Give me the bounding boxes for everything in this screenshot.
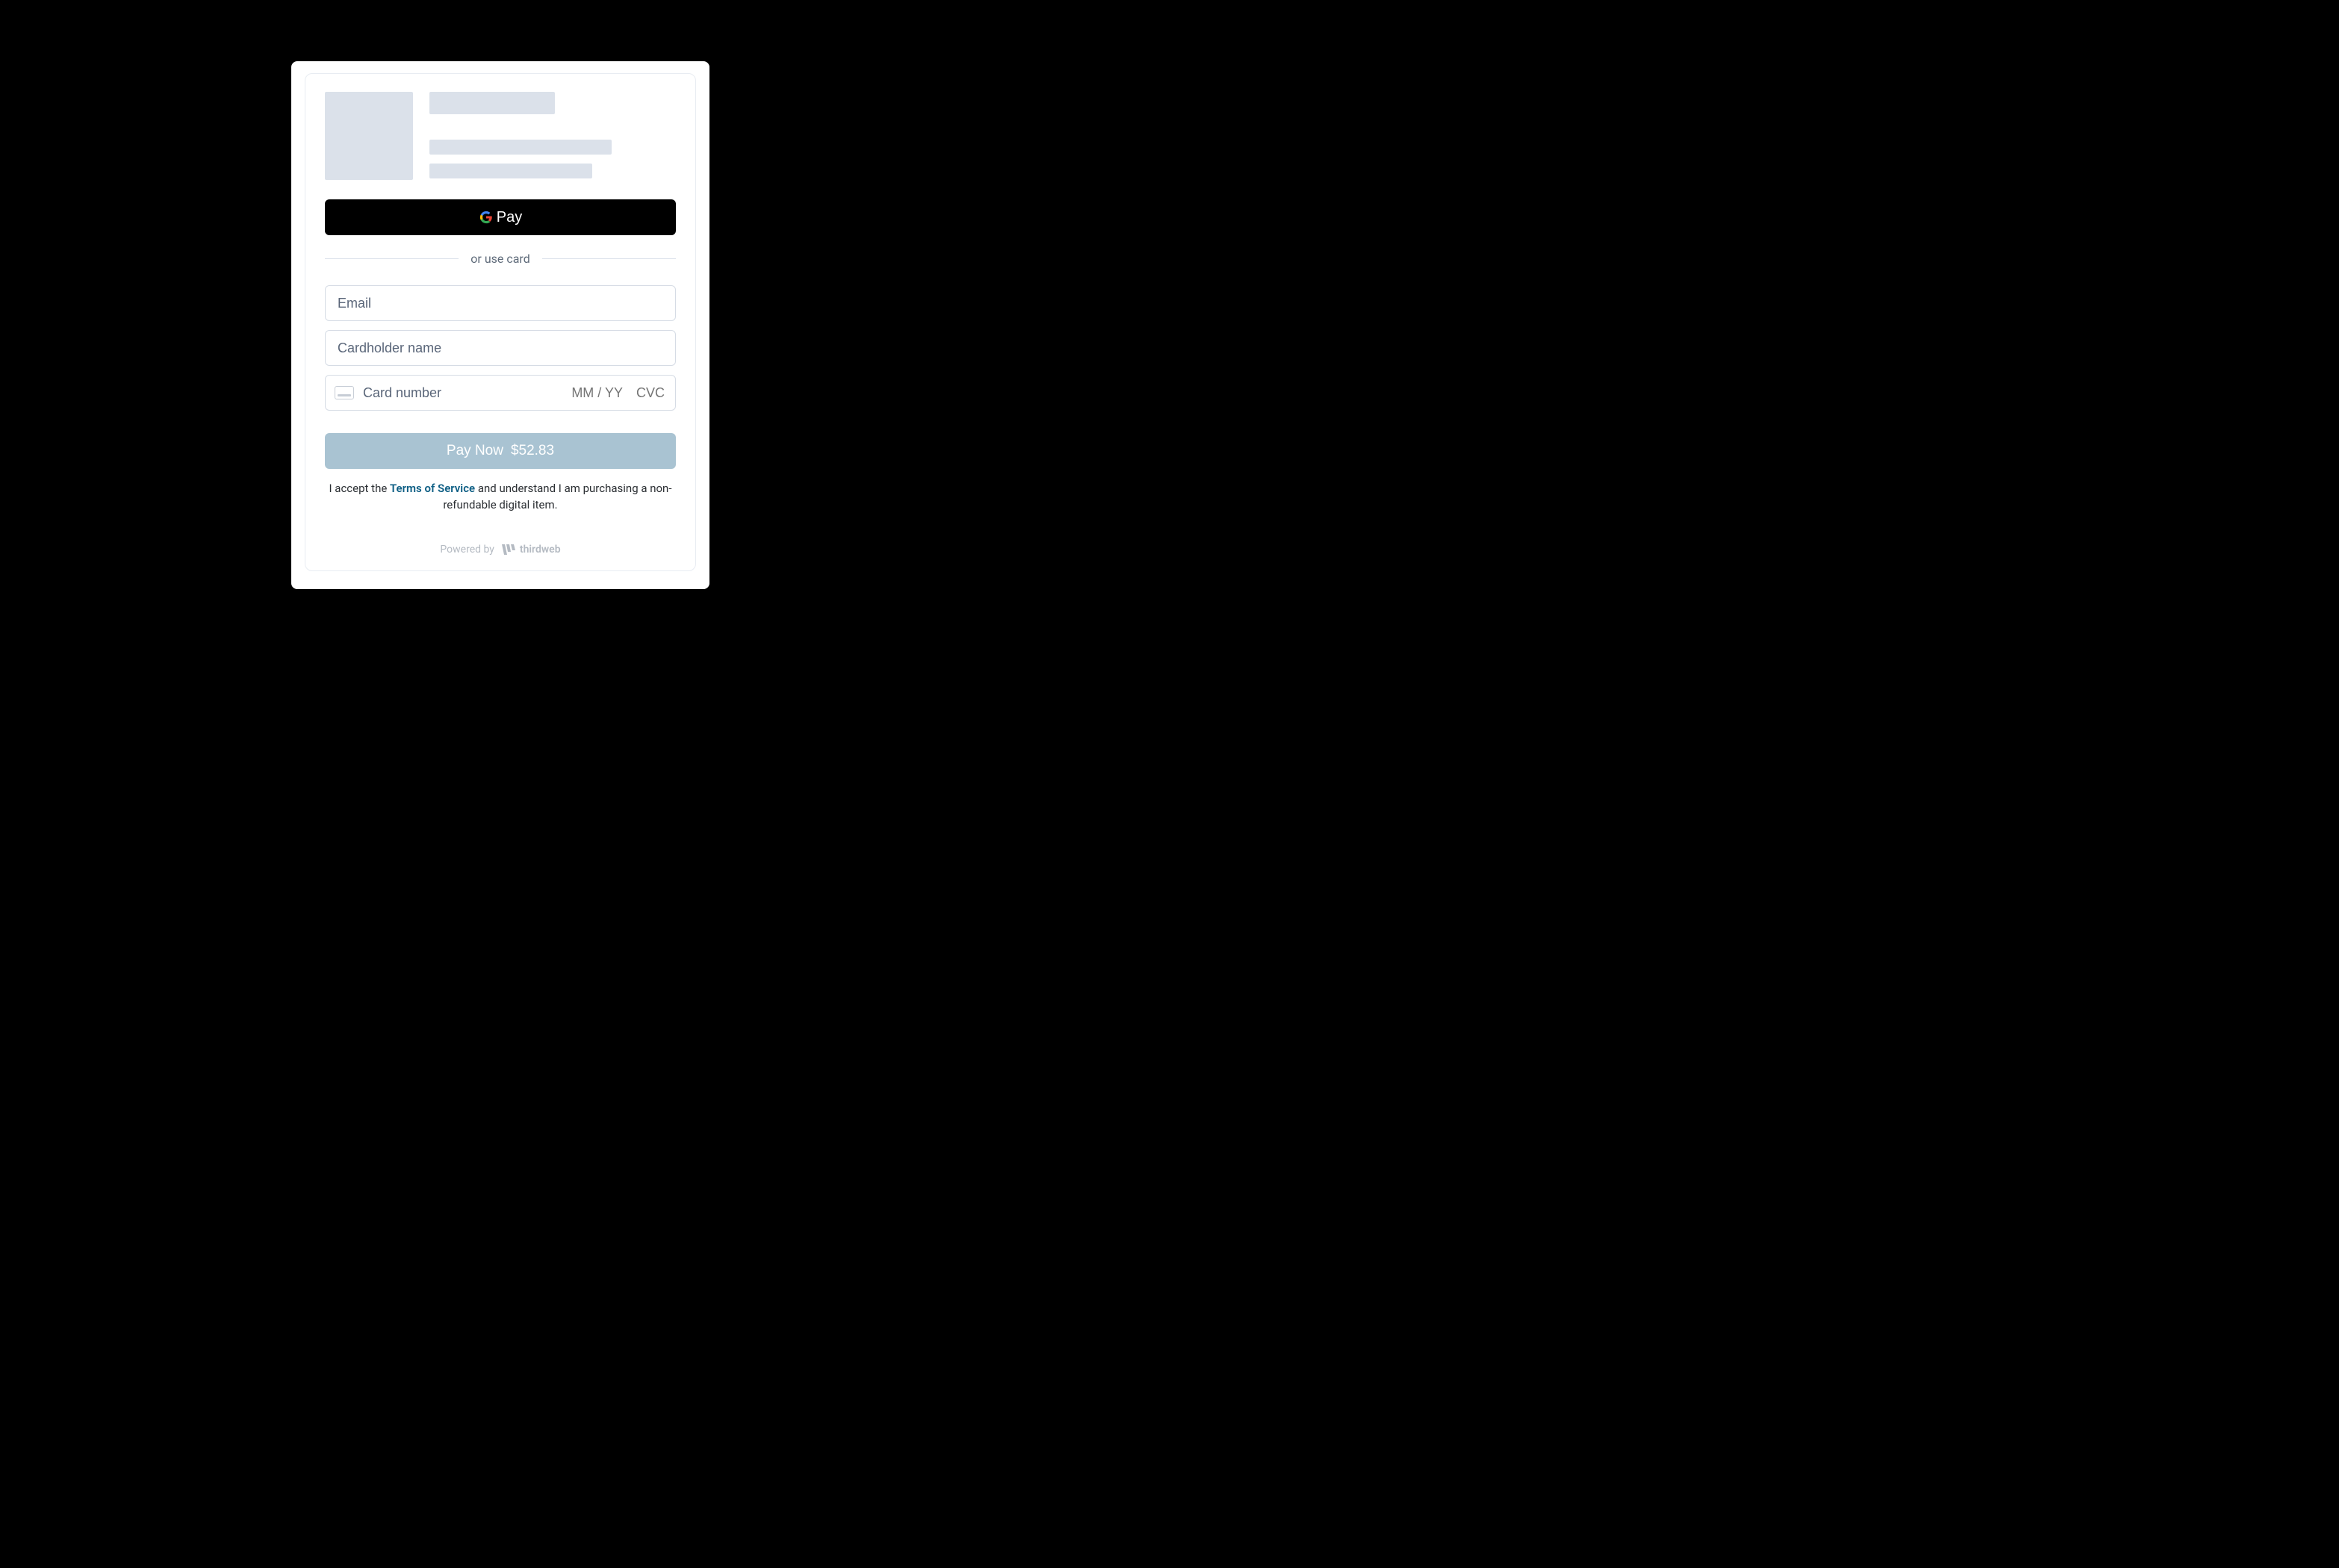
card-cvc-field[interactable] bbox=[632, 385, 665, 401]
product-text-skeleton bbox=[429, 92, 676, 180]
pay-now-label: Pay Now bbox=[447, 443, 503, 459]
google-logo-icon bbox=[479, 210, 494, 225]
powered-by-label: Powered by bbox=[440, 544, 494, 556]
disclaimer-prefix: I accept the bbox=[329, 482, 391, 495]
thirdweb-brand-text: thirdweb bbox=[520, 544, 561, 556]
disclaimer-text: I accept the Terms of Service and unders… bbox=[325, 481, 676, 514]
product-header bbox=[325, 92, 676, 180]
checkout-card: Pay or use card Pay Now $52.83 I accep bbox=[291, 61, 709, 589]
divider-rule-right bbox=[542, 258, 676, 259]
product-title-skeleton bbox=[429, 92, 555, 114]
pay-now-button[interactable]: Pay Now $52.83 bbox=[325, 433, 676, 469]
product-image-skeleton bbox=[325, 92, 413, 180]
thirdweb-logo-icon bbox=[502, 544, 515, 555]
disclaimer-suffix: and understand I am purchasing a non-ref… bbox=[443, 482, 671, 511]
product-line2-skeleton bbox=[429, 164, 592, 178]
card-number-field[interactable] bbox=[363, 385, 550, 401]
card-row bbox=[325, 375, 676, 411]
google-pay-label: Pay bbox=[497, 209, 522, 226]
thirdweb-brand: thirdweb bbox=[502, 544, 561, 556]
credit-card-icon bbox=[335, 386, 354, 399]
email-field[interactable] bbox=[325, 285, 676, 321]
divider: or use card bbox=[325, 252, 676, 266]
pay-now-amount: $52.83 bbox=[511, 443, 554, 459]
checkout-inner: Pay or use card Pay Now $52.83 I accep bbox=[305, 73, 696, 571]
divider-rule-left bbox=[325, 258, 459, 259]
cardholder-name-field[interactable] bbox=[325, 330, 676, 366]
divider-label: or use card bbox=[470, 252, 529, 266]
google-pay-button[interactable]: Pay bbox=[325, 199, 676, 235]
terms-of-service-link[interactable]: Terms of Service bbox=[390, 482, 475, 495]
product-line1-skeleton bbox=[429, 140, 612, 155]
footer: Powered by thirdweb bbox=[325, 544, 676, 556]
card-expiry-field[interactable] bbox=[559, 385, 623, 401]
